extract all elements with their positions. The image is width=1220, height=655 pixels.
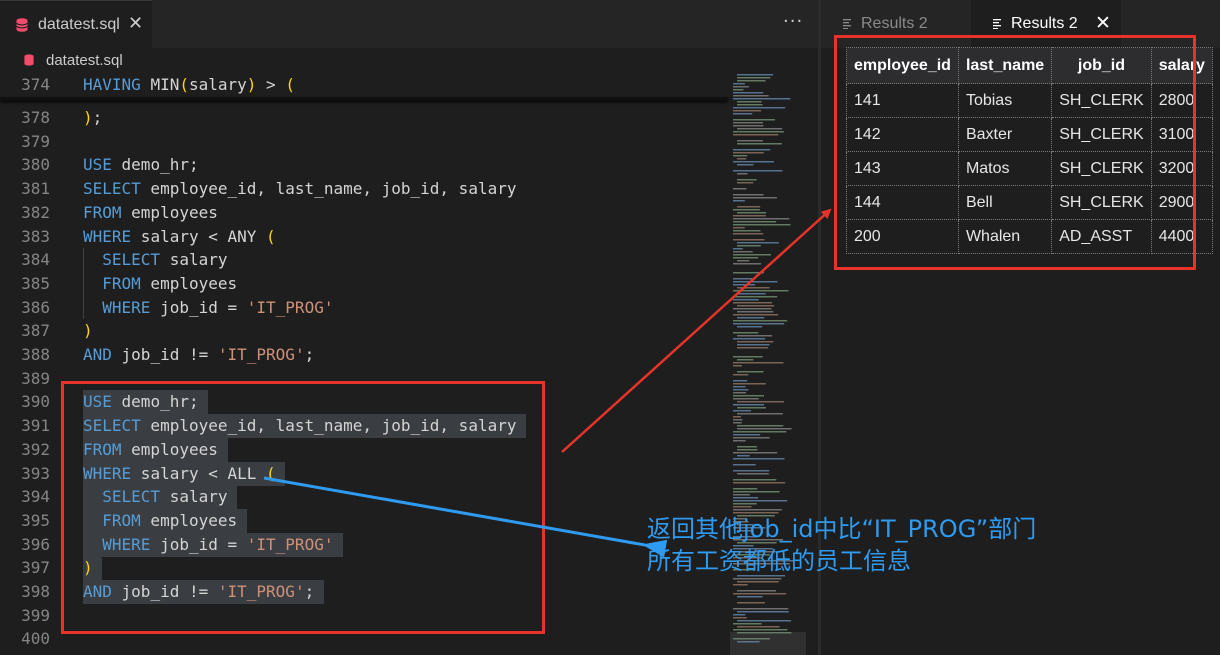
annotation-line-1: 返回其他job_id中比“IT_PROG”部门 bbox=[647, 515, 1037, 543]
annotation-text: 返回其他job_id中比“IT_PROG”部门 所有工资都低的员工信息 bbox=[647, 513, 1036, 577]
annotation-arrows bbox=[263, 208, 832, 558]
arrow-red bbox=[561, 208, 832, 453]
arrow-blue bbox=[263, 476, 668, 558]
annotation-line-2: 所有工资都低的员工信息 bbox=[647, 547, 911, 575]
